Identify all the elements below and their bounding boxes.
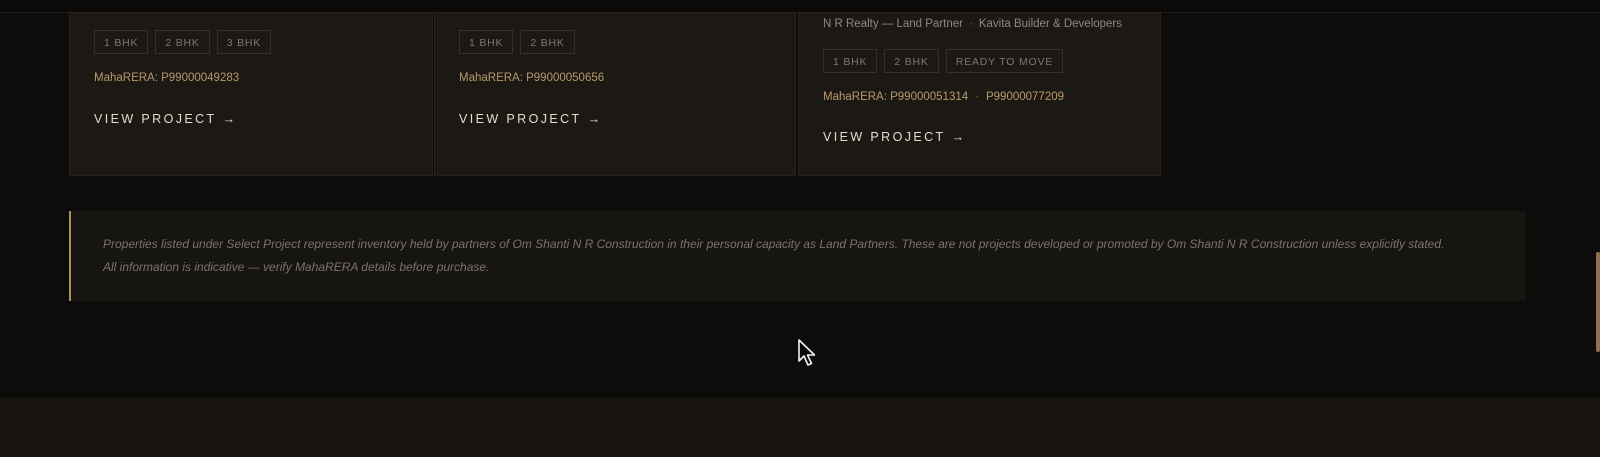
mouse-pointer-icon: [798, 339, 816, 366]
partner-name: N R Realty — Land Partner: [823, 18, 963, 30]
partner-separator: ·: [968, 18, 973, 30]
project-card: 1 BHK 2 BHK 3 BHK MahaRERA: P99000049283…: [69, 12, 433, 176]
tag-1bhk: 1 BHK: [94, 30, 149, 54]
maharera-number: MahaRERA: P99000051314 · P99000077209: [823, 91, 1064, 103]
rera-separator: ·: [975, 91, 979, 103]
view-project-label: VIEW PROJECT: [94, 112, 217, 126]
maharera-label: MahaRERA: P99000050656: [459, 72, 605, 84]
maharera-label: MahaRERA: P99000051314: [823, 91, 969, 103]
maharera-number: MahaRERA: P99000050656: [459, 72, 604, 84]
view-project-link[interactable]: VIEW PROJECT →: [459, 112, 600, 126]
arrow-right-icon: →: [587, 112, 601, 126]
tag-ready-to-move: READY TO MOVE: [945, 49, 1064, 73]
maharera-number: MahaRERA: P99000049283: [94, 72, 239, 84]
tag-2bhk: 2 BHK: [520, 30, 575, 54]
disclaimer-text-line-1: Properties listed under Select Project r…: [103, 237, 1445, 251]
view-project-link[interactable]: VIEW PROJECT →: [94, 112, 235, 126]
disclaimer-text-line-2: All information is indicative — verify M…: [103, 260, 490, 274]
unit-type-tags: 1 BHK 2 BHK: [459, 30, 575, 54]
tag-2bhk: 2 BHK: [884, 49, 939, 73]
view-project-label: VIEW PROJECT: [459, 112, 582, 126]
next-section-band: [0, 398, 1600, 457]
tag-1bhk: 1 BHK: [823, 49, 878, 73]
tag-1bhk: 1 BHK: [459, 30, 514, 54]
partner-name: Kavita Builder & Developers: [978, 18, 1123, 30]
arrow-right-icon: →: [951, 130, 965, 144]
tag-2bhk: 2 BHK: [155, 30, 210, 54]
unit-type-tags: 1 BHK 2 BHK 3 BHK: [94, 30, 272, 54]
maharera-label: MahaRERA: P99000049283: [94, 72, 240, 84]
project-partners: N R Realty — Land Partner · Kavita Builder…: [823, 18, 1122, 30]
project-card: N R Realty — Land Partner · Kavita Builder…: [798, 12, 1161, 176]
view-project-label: VIEW PROJECT: [823, 130, 946, 144]
view-project-link[interactable]: VIEW PROJECT →: [823, 130, 964, 144]
tag-3bhk: 3 BHK: [216, 30, 272, 54]
disclaimer-box: Properties listed under Select Project r…: [69, 211, 1526, 301]
project-card: 1 BHK 2 BHK MahaRERA: P99000050656 VIEW …: [434, 12, 796, 176]
arrow-right-icon: →: [222, 112, 236, 126]
unit-type-tags: 1 BHK 2 BHK READY TO MOVE: [823, 49, 1064, 73]
maharera-second-number: P99000077209: [985, 91, 1065, 103]
scrollbar-thumb[interactable]: [1596, 252, 1600, 352]
